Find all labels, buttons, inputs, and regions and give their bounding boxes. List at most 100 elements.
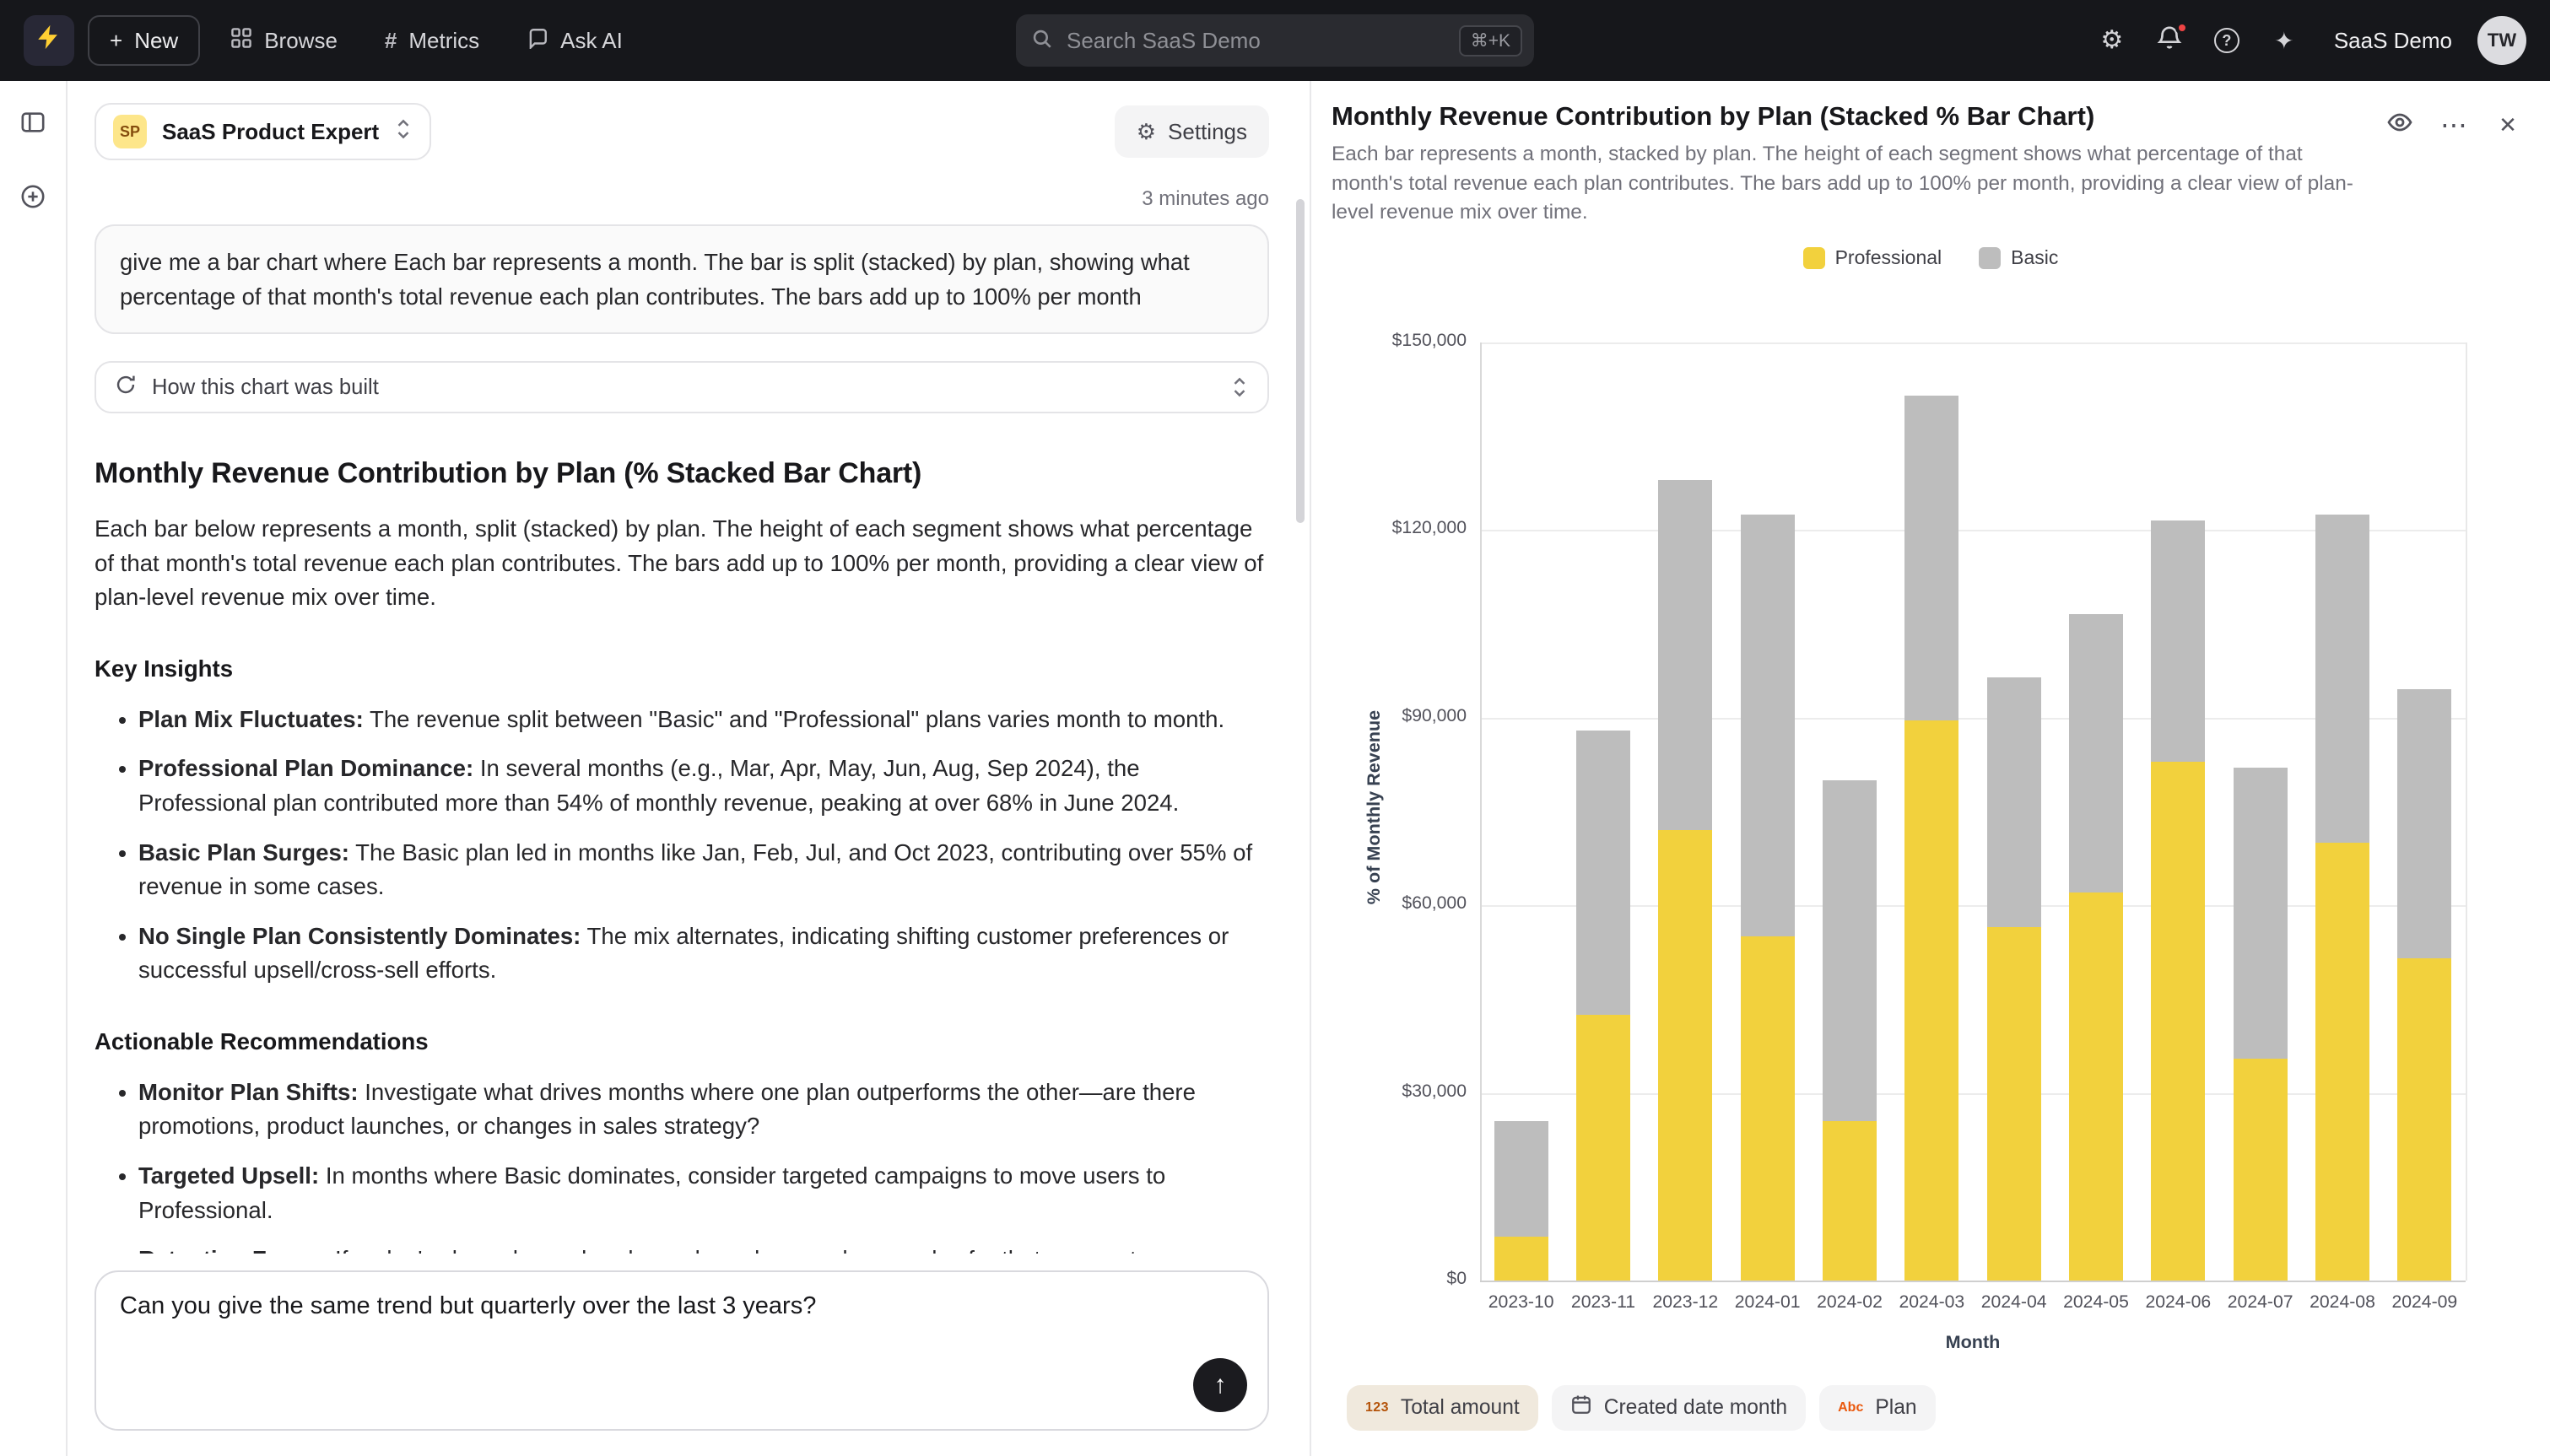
bar-segment-professional-2024-08[interactable] <box>2315 843 2369 1281</box>
eye-icon <box>2386 109 2413 142</box>
preview-eye-button[interactable] <box>2378 103 2422 147</box>
project-switcher[interactable]: SaaS Demo <box>2317 15 2469 66</box>
bar-segment-basic-2024-01[interactable] <box>1741 515 1795 936</box>
bar-segment-basic-2024-04[interactable] <box>1987 677 2041 928</box>
bar-segment-basic-2024-05[interactable] <box>2069 614 2123 892</box>
agent-name: SaaS Product Expert <box>162 119 379 145</box>
help-button[interactable]: ? <box>2202 16 2251 65</box>
list-item: Basic Plan Surges: The Basic plan led in… <box>138 836 1269 904</box>
close-panel-button[interactable]: ✕ <box>2486 103 2530 147</box>
bar-segment-professional-2024-05[interactable] <box>2069 892 2123 1281</box>
y-tick-label: $60,000 <box>1332 893 1467 914</box>
x-tick-label: 2024-09 <box>2367 1292 2482 1313</box>
close-icon: ✕ <box>2499 114 2517 136</box>
calendar-icon <box>1570 1394 1592 1421</box>
settings-button[interactable]: ⚙ Settings <box>1115 105 1269 158</box>
x-axis-line <box>1480 1281 2466 1282</box>
bar-segment-professional-2024-04[interactable] <box>1987 927 2041 1281</box>
bar-segment-professional-2024-02[interactable] <box>1823 1121 1877 1281</box>
top-navbar: + New Browse # Metrics Ask AI Search Saa… <box>0 0 2550 81</box>
bar-segment-basic-2024-08[interactable] <box>2315 515 2369 843</box>
list-item: No Single Plan Consistently Dominates: T… <box>138 919 1269 988</box>
user-avatar[interactable]: TW <box>2477 16 2526 65</box>
legend-item-basic[interactable]: Basic <box>1979 245 2058 272</box>
field-pills: 123 Total amount Created date month Abc … <box>1332 1385 2530 1431</box>
lightning-bolt-icon <box>35 23 63 58</box>
abc-icon: Abc <box>1838 1400 1863 1416</box>
chat-bubble-icon <box>527 27 548 55</box>
toggle-sidebar-button[interactable] <box>13 105 53 145</box>
bar-segment-professional-2023-10[interactable] <box>1494 1237 1548 1281</box>
bar-segment-professional-2024-09[interactable] <box>2397 958 2451 1281</box>
recommendations-title: Actionable Recommendations <box>95 1028 1269 1055</box>
chat-panel: SP SaaS Product Expert ⚙ Settings 3 minu… <box>68 81 1311 1456</box>
plus-icon: + <box>110 28 122 54</box>
gear-icon: ⚙ <box>2100 28 2123 53</box>
ai-sparkle-button[interactable]: ✦ <box>2260 16 2309 65</box>
y-axis-line <box>1480 342 1482 1281</box>
bar-segment-professional-2024-03[interactable] <box>1904 720 1958 1280</box>
chat-input-box[interactable]: Can you give the same trend but quarterl… <box>95 1270 1269 1431</box>
gear-icon: ⚙ <box>1137 121 1156 143</box>
new-thread-button[interactable] <box>13 179 53 219</box>
chart-panel: Monthly Revenue Contribution by Plan (St… <box>1311 81 2550 1456</box>
stacked-bar-chart: % of Monthly Revenue Month $0$30,000$60,… <box>1332 289 2530 1368</box>
agent-selector[interactable]: SP SaaS Product Expert <box>95 103 431 160</box>
search-icon <box>1031 25 1053 57</box>
pill-total-amount[interactable]: 123 Total amount <box>1347 1385 1538 1431</box>
bar-segment-professional-2024-01[interactable] <box>1741 936 1795 1281</box>
bar-segment-basic-2023-10[interactable] <box>1494 1121 1548 1237</box>
chart-legend: Professional Basic <box>1332 245 2530 272</box>
pill-created-date-month[interactable]: Created date month <box>1552 1385 1806 1431</box>
new-button[interactable]: + New <box>88 15 200 66</box>
bar-segment-basic-2024-02[interactable] <box>1823 780 1877 1121</box>
bar-segment-basic-2023-11[interactable] <box>1576 731 1630 1015</box>
settings-gear-button[interactable]: ⚙ <box>2088 16 2137 65</box>
notifications-button[interactable] <box>2145 16 2194 65</box>
nav-metrics[interactable]: # Metrics <box>368 15 496 66</box>
legend-swatch <box>1979 247 2001 269</box>
list-item: Plan Mix Fluctuates: The revenue split b… <box>138 703 1269 737</box>
grid-icon <box>230 27 252 55</box>
more-options-button[interactable]: ⋯ <box>2432 103 2476 147</box>
chat-input[interactable]: Can you give the same trend but quarterl… <box>120 1292 1200 1373</box>
search-shortcut-badge: ⌘+K <box>1459 25 1522 57</box>
list-item: Professional Plan Dominance: In several … <box>138 752 1269 820</box>
how-chart-built-expander[interactable]: How this chart was built <box>95 361 1269 413</box>
chevron-updown-icon <box>1230 375 1249 399</box>
pill-plan[interactable]: Abc Plan <box>1819 1385 1935 1431</box>
bar-segment-basic-2024-09[interactable] <box>2397 689 2451 958</box>
notification-dot <box>2175 21 2189 35</box>
response-heading: Monthly Revenue Contribution by Plan (% … <box>95 457 1269 490</box>
legend-item-professional[interactable]: Professional <box>1803 245 1942 272</box>
nav-ask-ai[interactable]: Ask AI <box>510 15 640 66</box>
bar-segment-basic-2024-03[interactable] <box>1904 396 1958 720</box>
chart-panel-actions: ⋯ ✕ <box>2378 103 2530 147</box>
bar-segment-professional-2024-07[interactable] <box>2234 1059 2288 1281</box>
y-tick-label: $0 <box>1332 1269 1467 1289</box>
key-insights-title: Key Insights <box>95 655 1269 682</box>
chevron-updown-icon <box>394 117 413 147</box>
bar-segment-professional-2023-12[interactable] <box>1658 830 1712 1281</box>
chart-panel-header: Monthly Revenue Contribution by Plan (St… <box>1332 101 2530 228</box>
bar-segment-basic-2024-06[interactable] <box>2151 520 2205 761</box>
y-tick-label: $120,000 <box>1332 518 1467 538</box>
arrow-up-icon: ↑ <box>1214 1371 1227 1399</box>
list-item: Monitor Plan Shifts: Investigate what dr… <box>138 1076 1269 1144</box>
bar-segment-basic-2024-07[interactable] <box>2234 768 2288 1059</box>
bar-segment-basic-2023-12[interactable] <box>1658 480 1712 830</box>
chat-scrollbar[interactable] <box>1296 199 1305 523</box>
send-button[interactable]: ↑ <box>1193 1358 1247 1412</box>
app-logo[interactable] <box>24 15 74 66</box>
chat-header: SP SaaS Product Expert ⚙ Settings <box>68 81 1310 160</box>
numeric-123-icon: 123 <box>1365 1400 1389 1416</box>
bar-segment-professional-2023-11[interactable] <box>1576 1015 1630 1281</box>
global-search-input[interactable]: Search SaaS Demo ⌘+K <box>1016 14 1534 67</box>
plot-right-border <box>2466 342 2467 1281</box>
search-placeholder: Search SaaS Demo <box>1067 28 1445 54</box>
bar-segment-professional-2024-06[interactable] <box>2151 762 2205 1281</box>
chat-scroll-area[interactable]: 3 minutes ago give me a bar chart where … <box>68 160 1310 1254</box>
nav-browse[interactable]: Browse <box>213 15 354 66</box>
chart-title: Monthly Revenue Contribution by Plan (St… <box>1332 101 2364 132</box>
gridline <box>1480 342 2466 344</box>
